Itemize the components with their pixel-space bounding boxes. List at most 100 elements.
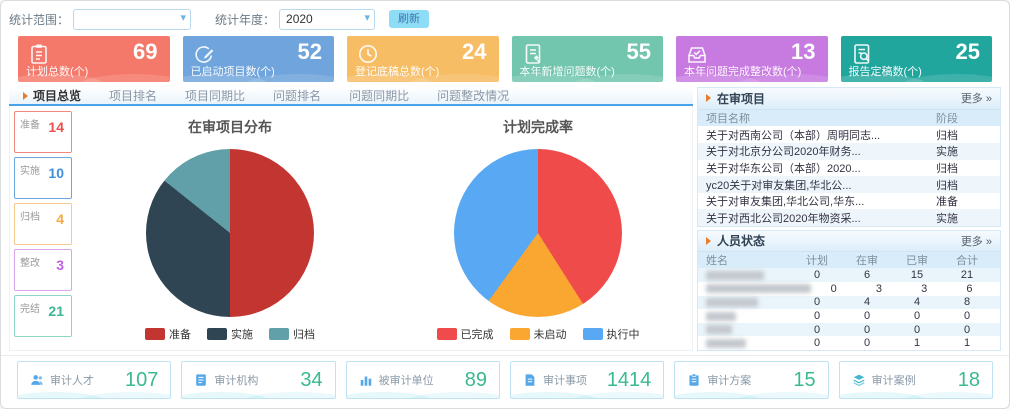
audit-dashboard: 统计范围： ▾ 统计年度： 2020 ▾ 刷新 69计划总数(个) 52已启动项目… xyxy=(0,0,1010,409)
legend-item-准备[interactable]: 准备 xyxy=(145,326,191,342)
bottom-card-审计事项[interactable]: 审计事项1414 xyxy=(510,361,664,399)
legend-label: 实施 xyxy=(231,326,253,342)
legend-label: 准备 xyxy=(169,326,191,342)
tab-bar: 项目总览项目排名项目同期比问题排名问题同期比问题整改情况 xyxy=(9,87,693,106)
file-icon xyxy=(523,373,537,387)
stat-card-label: 本年问题完成整改数(个) xyxy=(684,63,801,79)
stat-card-计划总数(个)[interactable]: 69计划总数(个) xyxy=(18,36,170,82)
staff-reviewed: 0 xyxy=(892,310,942,322)
col-project-name: 项目名称 xyxy=(706,110,936,126)
legend-item-归档[interactable]: 归档 xyxy=(269,326,315,342)
more-link[interactable]: 更多 » xyxy=(961,233,992,249)
project-row[interactable]: 关于对华东公司（本部）2020...归档 xyxy=(698,160,1000,177)
redacted-name xyxy=(706,325,732,334)
project-row[interactable]: yc20关于对审友集团,华北公...归档 xyxy=(698,176,1000,193)
bottom-card-label: 审计人才 xyxy=(50,372,94,388)
bottom-card-被审计单位[interactable]: 被审计单位89 xyxy=(346,361,500,399)
stage-card-label: 准备 xyxy=(20,116,40,131)
bottom-card-value: 18 xyxy=(958,369,980,392)
tab-问题同期比[interactable]: 问题同期比 xyxy=(335,87,423,104)
staff-in-review: 0 xyxy=(842,324,892,336)
legend-item-执行中[interactable]: 执行中 xyxy=(583,326,640,342)
review-distribution-pie-chart[interactable] xyxy=(146,149,314,317)
staff-plan: 0 xyxy=(792,324,842,336)
stat-card-label: 已启动项目数(个) xyxy=(191,63,275,79)
stat-year-select[interactable]: 2020 ▾ xyxy=(279,9,375,30)
tab-项目同期比[interactable]: 项目同期比 xyxy=(171,87,259,104)
staff-rows: 06152103360448000000000011 xyxy=(698,268,1000,350)
staff-total: 8 xyxy=(942,296,992,308)
stat-card-登记底稿总数(个)[interactable]: 24 登记底稿总数(个) xyxy=(347,36,499,82)
stage-card-实施[interactable]: 实施10 xyxy=(14,157,72,199)
stage-card-完结[interactable]: 完结21 xyxy=(14,295,72,337)
stat-card-label: 登记底稿总数(个) xyxy=(355,63,439,79)
tab-问题排名[interactable]: 问题排名 xyxy=(259,87,335,104)
stat-card-本年问题完成整改数(个)[interactable]: 13本年问题完成整改数(个) xyxy=(676,36,828,82)
top-filter-bar: 统计范围： ▾ 统计年度： 2020 ▾ 刷新 xyxy=(1,1,1009,31)
stat-range-select[interactable]: ▾ xyxy=(73,9,191,30)
bottom-card-value: 89 xyxy=(465,369,487,392)
bottom-card-审计案例[interactable]: 审计案例 18 xyxy=(839,361,993,399)
stat-card-value: 55 xyxy=(627,39,651,65)
pie-block-review-distribution: 在审项目分布 准备实施归档 xyxy=(76,106,384,350)
bottom-card-审计方案[interactable]: 审计方案15 xyxy=(674,361,828,399)
stage-card-归档[interactable]: 归档4 xyxy=(14,203,72,245)
legend-item-未启动[interactable]: 未启动 xyxy=(510,326,567,342)
legend-swatch xyxy=(583,328,603,340)
main-area: 项目总览项目排名项目同期比问题排名问题同期比问题整改情况 准备14实施10归档4… xyxy=(1,82,1009,351)
project-row[interactable]: 关于对北京分公司2020年财务...实施 xyxy=(698,143,1000,160)
project-row[interactable]: 关于对西南公司（本部）周明同志...归档 xyxy=(698,126,1000,143)
project-stage: 归档 xyxy=(936,127,992,143)
stat-year-label: 统计年度： xyxy=(215,11,275,28)
stage-card-label: 完结 xyxy=(20,300,40,315)
stat-card-已启动项目数(个)[interactable]: 52已启动项目数(个) xyxy=(183,36,335,82)
staff-name xyxy=(706,284,811,293)
legend-label: 执行中 xyxy=(607,326,640,342)
bottom-card-label: 审计案例 xyxy=(872,372,916,388)
panel-title: 人员状态 xyxy=(717,232,765,249)
staff-row: 061521 xyxy=(698,268,1000,282)
staff-reviewed: 4 xyxy=(892,296,942,308)
redacted-name xyxy=(706,284,811,293)
plan-completion-pie-chart[interactable] xyxy=(454,149,622,317)
refresh-button[interactable]: 刷新 xyxy=(389,10,429,28)
staff-row: 0011 xyxy=(698,336,1000,350)
chevron-down-icon: ▾ xyxy=(365,11,371,24)
bottom-card-审计机构[interactable]: 审计机构34 xyxy=(181,361,335,399)
stage-card-准备[interactable]: 准备 14 xyxy=(14,111,72,153)
staff-in-review: 0 xyxy=(842,337,892,349)
tab-问题整改情况[interactable]: 问题整改情况 xyxy=(423,87,523,104)
orange-arrow-icon xyxy=(706,94,711,102)
col-in-review: 在审 xyxy=(842,252,892,268)
in-review-projects-panel: 在审项目 更多 » 项目名称 阶段 关于对西南公司（本部）周明同志...归档关于… xyxy=(697,87,1001,227)
legend-item-已完成[interactable]: 已完成 xyxy=(437,326,494,342)
stage-card-label: 归档 xyxy=(20,208,40,223)
chart-legend: 已完成未启动 执行中 xyxy=(437,326,640,342)
project-name: 关于对华东公司（本部）2020... xyxy=(706,160,936,176)
stage-card-value: 14 xyxy=(48,119,64,135)
tab-label: 项目总览 xyxy=(33,87,81,104)
stat-card-value: 25 xyxy=(956,39,980,65)
project-row[interactable]: 关于对审友集团,华北公司,华东...准备 xyxy=(698,193,1000,210)
col-plan: 计划 xyxy=(792,252,842,268)
more-link[interactable]: 更多 » xyxy=(961,90,992,106)
legend-label: 已完成 xyxy=(461,326,494,342)
col-name: 姓名 xyxy=(706,252,792,268)
staff-row: 0448 xyxy=(698,296,1000,310)
stat-card-本年新增问题数(个)[interactable]: 55本年新增问题数(个) xyxy=(512,36,664,82)
tab-项目总览[interactable]: 项目总览 xyxy=(9,87,95,104)
stat-card-报告定稿数(个)[interactable]: 25报告定稿数(个) xyxy=(841,36,993,82)
staff-status-panel: 人员状态 更多 » 姓名 计划 在审 已审 合计 061521033604480… xyxy=(697,230,1001,351)
panel-header: 在审项目 更多 » xyxy=(698,88,1000,110)
stat-card-value: 24 xyxy=(462,39,486,65)
bottom-card-审计人才[interactable]: 审计人才107 xyxy=(17,361,171,399)
staff-in-review: 4 xyxy=(842,296,892,308)
tab-项目排名[interactable]: 项目排名 xyxy=(95,87,171,104)
stage-card-整改[interactable]: 整改3 xyxy=(14,249,72,291)
stage-card-label: 实施 xyxy=(20,162,40,177)
panel-header: 人员状态 更多 » xyxy=(698,231,1000,252)
legend-item-实施[interactable]: 实施 xyxy=(207,326,253,342)
bottom-card-label: 审计机构 xyxy=(214,372,258,388)
staff-total: 0 xyxy=(942,310,992,322)
project-row[interactable]: 关于对西北公司2020年物资采...实施 xyxy=(698,209,1000,226)
